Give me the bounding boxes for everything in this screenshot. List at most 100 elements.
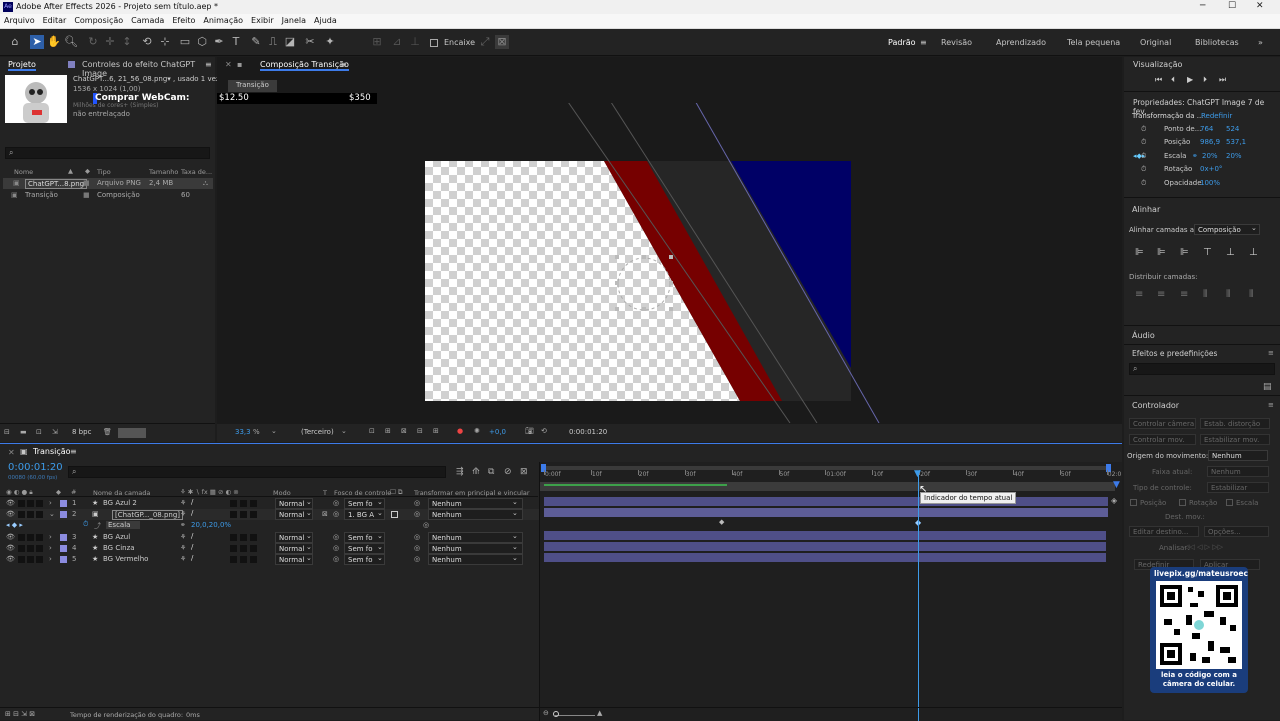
layer-bar-2[interactable]: [544, 508, 1108, 517]
layer-bar-3[interactable]: [544, 531, 1106, 540]
switch-box[interactable]: [240, 534, 247, 541]
tab-projeto[interactable]: Projeto: [8, 60, 36, 71]
track-matte-icon[interactable]: ⊠: [322, 510, 328, 518]
layer-row[interactable]: 👁︎ › 1 ★ BG Azul 2 ⚘ / Normal ⌄ ◎ Sem fo ⌄ ◎ Nenhum ⌄: [0, 498, 540, 509]
chevron-down-icon[interactable]: ⌄: [512, 543, 518, 551]
view-select[interactable]: (Terceiro): [301, 428, 334, 436]
solo-toggle[interactable]: [27, 500, 34, 507]
bpc-label[interactable]: 8 bpc: [72, 428, 91, 436]
first-frame-icon[interactable]: ⏮: [1155, 75, 1162, 85]
track-camera-button[interactable]: Controlar câmera: [1129, 418, 1196, 429]
keyframe-icon[interactable]: ◆: [719, 518, 724, 526]
workspace-revisao[interactable]: Revisão: [941, 38, 972, 47]
zoom-out-icon[interactable]: ⊖: [543, 709, 549, 717]
parent-select[interactable]: Nenhum: [428, 532, 523, 543]
brush-tool-icon[interactable]: ✎: [249, 35, 263, 49]
track-type-select[interactable]: Estabilizar: [1207, 482, 1269, 493]
chevron-down-icon[interactable]: ⌄: [512, 509, 518, 517]
show-snapshot-icon[interactable]: ⟲: [541, 427, 547, 435]
solo-toggle[interactable]: [27, 545, 34, 552]
chevron-down-icon[interactable]: ⌄: [341, 427, 347, 435]
distribute-left-icon[interactable]: ⦀: [1203, 289, 1207, 300]
close-tab-icon[interactable]: ✕: [8, 448, 15, 457]
transparency-grid-icon[interactable]: ⊞: [385, 427, 391, 435]
solo-toggle[interactable]: [27, 534, 34, 541]
property-value-1[interactable]: 764: [1200, 125, 1213, 133]
property-value-1[interactable]: 986,9: [1200, 138, 1220, 146]
timeline-search-input[interactable]: ⌕: [68, 466, 446, 478]
layer-name[interactable]: BG Azul: [103, 533, 130, 541]
layer-row[interactable]: 👁︎ ⌄ 2 ▣ [ChatGP..._08.png] ⚘ / Normal ⌄ ⊠ ◎ 1. BG …: [0, 509, 540, 520]
lock-toggle[interactable]: [36, 556, 43, 563]
tab-timeline[interactable]: Transição: [33, 447, 71, 456]
workspace-tela-pequena[interactable]: Tela pequena: [1067, 38, 1120, 47]
audio-toggle[interactable]: [18, 511, 25, 518]
eye-icon[interactable]: 👁︎: [6, 555, 15, 563]
current-timecode[interactable]: 0:00:01:20: [8, 462, 63, 473]
menu-camada[interactable]: Camada: [127, 14, 168, 25]
list-item[interactable]: ▣ Transição ■ Composição 60: [3, 190, 213, 201]
lock-toggle[interactable]: [36, 545, 43, 552]
chevron-down-icon[interactable]: ⌄: [377, 532, 383, 540]
stopwatch-icon[interactable]: ⏱: [1141, 179, 1146, 188]
switch-box[interactable]: [240, 545, 247, 552]
current-track-select[interactable]: Nenhum: [1207, 466, 1269, 477]
label-color-icon[interactable]: [60, 545, 67, 552]
color-icon[interactable]: ●: [457, 427, 463, 435]
flowchart-icon[interactable]: ⇲: [52, 428, 58, 436]
layer-name-header[interactable]: Nome da camada: [93, 489, 150, 497]
solo-toggle[interactable]: [27, 511, 34, 518]
matte-pickwhip-icon[interactable]: ◎: [333, 510, 339, 518]
workspace-padrao[interactable]: Padrão: [888, 38, 916, 47]
property-value-2[interactable]: 20%: [1226, 152, 1242, 160]
layer-row[interactable]: 👁︎ › 4 ★ BG Cinza ⚘ / Normal ⌄ ◎ Sem fo ⌄ ◎ Nenhum ⌄: [0, 543, 540, 554]
effects-search-input[interactable]: ⌕: [1129, 363, 1275, 375]
eye-icon[interactable]: 👁︎: [6, 544, 15, 552]
stamp-tool-icon[interactable]: ⎍: [266, 35, 280, 49]
align-tool-icon[interactable]: ⊞: [370, 35, 384, 49]
layer-name[interactable]: BG Vermelho: [103, 555, 148, 563]
shy-switch-icon[interactable]: ⚘: [180, 510, 186, 518]
parent-pickwhip-icon[interactable]: ◎: [414, 499, 420, 507]
qr-code-icon[interactable]: [1156, 581, 1242, 669]
chevron-down-icon[interactable]: ⌄: [377, 498, 383, 506]
parent-pickwhip-icon[interactable]: ◎: [414, 544, 420, 552]
menu-editar[interactable]: Editar: [39, 14, 71, 25]
new-folder-icon[interactable]: ▬: [20, 428, 27, 436]
new-comp-icon[interactable]: ⊡: [36, 428, 42, 436]
time-ruler[interactable]: 0:00f 10f 20f 30f 40f 50f 01:00f 10f 20f 30f 40f 50…: [540, 470, 1123, 482]
comp-marker-icon[interactable]: ▼: [1113, 480, 1120, 490]
tab-composition[interactable]: Composição Transição: [260, 60, 349, 71]
close-tab-icon[interactable]: ✕: [225, 60, 232, 69]
chevron-down-icon[interactable]: ⌄: [512, 498, 518, 506]
switch-box[interactable]: [250, 511, 257, 518]
collapse-switch-icon[interactable]: /: [191, 498, 193, 506]
switch-box[interactable]: [230, 511, 237, 518]
audio-title[interactable]: Áudio: [1132, 331, 1155, 340]
minimize-icon[interactable]: ─: [1200, 1, 1205, 11]
viewer-time[interactable]: 0:00:01:20: [569, 428, 607, 436]
sort-icon[interactable]: ▲: [68, 167, 73, 175]
zoom-slider-handle[interactable]: [553, 711, 559, 717]
chevron-down-icon[interactable]: ⌄: [1251, 224, 1257, 232]
parent-select[interactable]: Nenhum: [428, 554, 523, 565]
rectangle-tool-icon[interactable]: ▭: [178, 35, 192, 49]
lock-toggle[interactable]: [36, 511, 43, 518]
anchor-tool-icon[interactable]: ⊹: [158, 35, 172, 49]
col-taxa[interactable]: Taxa de...: [181, 168, 212, 176]
collapse-switch-icon[interactable]: /: [191, 543, 193, 551]
layer-name[interactable]: [ChatGP..._08.png]: [112, 510, 184, 520]
workspace-original[interactable]: Original: [1140, 38, 1171, 47]
switch-box[interactable]: [250, 545, 257, 552]
parent-pickwhip-icon[interactable]: ◎: [414, 533, 420, 541]
zoom-tool-icon[interactable]: 🔍︎: [64, 35, 78, 49]
warp-stabilizer-button[interactable]: Estab. distorção: [1200, 418, 1270, 429]
chevron-down-icon[interactable]: ⌄: [306, 543, 312, 551]
eye-icon[interactable]: 👁︎: [6, 499, 15, 507]
layer-bar-4[interactable]: [544, 542, 1106, 551]
stopwatch-icon[interactable]: ⏱: [1141, 165, 1146, 174]
selection-tool-icon[interactable]: ➤: [30, 35, 44, 49]
align-vcenter-icon[interactable]: ⊥: [1226, 247, 1235, 258]
chevron-right-icon[interactable]: ›: [49, 544, 52, 552]
audio-toggle[interactable]: [18, 534, 25, 541]
